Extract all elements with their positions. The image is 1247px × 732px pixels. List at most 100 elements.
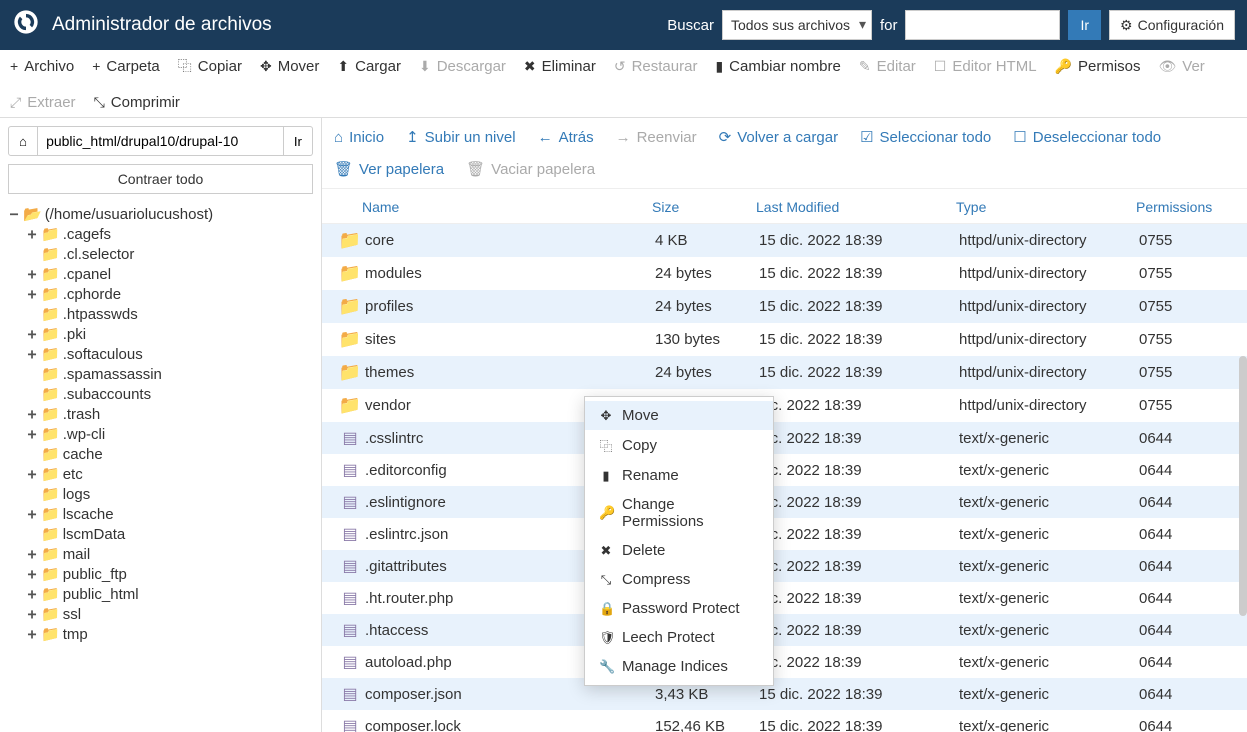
- ctx-leech-protect[interactable]: 🛡Leech Protect: [585, 623, 773, 652]
- config-label: Configuración: [1138, 17, 1224, 33]
- cell-type: text/x-generic: [959, 558, 1139, 575]
- tree-item[interactable]: 📁.cl.selector: [8, 244, 313, 264]
- tree-item[interactable]: +📁ssl: [8, 604, 313, 624]
- tree-item[interactable]: 📁lscmData: [8, 524, 313, 544]
- plus-icon[interactable]: +: [26, 285, 38, 303]
- ctx-rename[interactable]: ▮Rename: [585, 461, 773, 490]
- table-row[interactable]: 📁sites130 bytes15 dic. 2022 18:39httpd/u…: [322, 323, 1247, 356]
- table-row[interactable]: 📁core4 KB15 dic. 2022 18:39httpd/unix-di…: [322, 224, 1247, 257]
- tree-item[interactable]: +📁.cphorde: [8, 284, 313, 304]
- table-row[interactable]: ▤.eslintignore dic. 2022 18:39text/x-gen…: [322, 486, 1247, 518]
- ctx-manage-indices[interactable]: 🔧Manage Indices: [585, 652, 773, 681]
- tree-root[interactable]: − 📂 (/home/usuariolucushost): [8, 204, 313, 224]
- action-subir-un-nivel[interactable]: ↥Subir un nivel: [406, 128, 515, 146]
- folder-icon: 📁: [41, 525, 60, 543]
- table-row[interactable]: ▤composer.lock152,46 KB15 dic. 2022 18:3…: [322, 710, 1247, 732]
- toolbar-archivo[interactable]: +Archivo: [10, 58, 74, 75]
- ctx-password-protect[interactable]: 🔒Password Protect: [585, 594, 773, 623]
- col-modified[interactable]: Last Modified: [756, 199, 956, 215]
- search-input[interactable]: [905, 10, 1060, 40]
- tree-item[interactable]: 📁.subaccounts: [8, 384, 313, 404]
- plus-icon[interactable]: +: [26, 605, 38, 623]
- table-row[interactable]: ▤composer.json3,43 KB15 dic. 2022 18:39t…: [322, 678, 1247, 710]
- table-row[interactable]: 📁profiles24 bytes15 dic. 2022 18:39httpd…: [322, 290, 1247, 323]
- plus-icon[interactable]: +: [26, 225, 38, 243]
- table-row[interactable]: ▤.htaccess dic. 2022 18:39text/x-generic…: [322, 614, 1247, 646]
- toolbar-carpeta[interactable]: +Carpeta: [92, 58, 160, 75]
- tree-label: etc: [63, 466, 83, 483]
- plus-icon[interactable]: +: [26, 625, 38, 643]
- action-volver-a-cargar[interactable]: ⟳Volver a cargar: [719, 128, 838, 146]
- tree-item[interactable]: +📁.cpanel: [8, 264, 313, 284]
- plus-icon[interactable]: +: [26, 405, 38, 423]
- tree-item[interactable]: +📁lscache: [8, 504, 313, 524]
- collapse-all-button[interactable]: Contraer todo: [8, 164, 313, 194]
- minus-icon[interactable]: −: [8, 205, 20, 223]
- ctx-copy[interactable]: ⿻Copy: [585, 430, 773, 461]
- toolbar-copiar[interactable]: ⿻Copiar: [178, 56, 242, 76]
- toolbar-cargar[interactable]: ⬆Cargar: [337, 58, 401, 75]
- action-deseleccionar-todo[interactable]: ☐Deseleccionar todo: [1013, 128, 1161, 146]
- tree-item[interactable]: 📁.htpasswds: [8, 304, 313, 324]
- scrollbar[interactable]: [1239, 356, 1247, 616]
- ctx-delete[interactable]: ✖Delete: [585, 536, 773, 565]
- col-size[interactable]: Size: [652, 199, 756, 215]
- tree-item[interactable]: +📁.wp-cli: [8, 424, 313, 444]
- tree-item[interactable]: +📁mail: [8, 544, 313, 564]
- tree-item[interactable]: 📁cache: [8, 444, 313, 464]
- ctx-icon: 🔒: [599, 601, 613, 617]
- search-go-button[interactable]: Ir: [1068, 10, 1101, 40]
- table-row[interactable]: 📁modules24 bytes15 dic. 2022 18:39httpd/…: [322, 257, 1247, 290]
- home-button[interactable]: ⌂: [8, 126, 38, 156]
- table-row[interactable]: 📁themes24 bytes15 dic. 2022 18:39httpd/u…: [322, 356, 1247, 389]
- toolbar-mover[interactable]: ✥Mover: [260, 58, 319, 75]
- tree-item[interactable]: +📁.cagefs: [8, 224, 313, 244]
- col-permissions[interactable]: Permissions: [1136, 199, 1235, 215]
- plus-icon[interactable]: +: [26, 505, 38, 523]
- table-row[interactable]: ▤autoload.php dic. 2022 18:39text/x-gene…: [322, 646, 1247, 678]
- col-name[interactable]: Name: [362, 199, 652, 215]
- config-button[interactable]: ⚙ Configuración: [1109, 10, 1235, 40]
- tree-item[interactable]: +📁public_html: [8, 584, 313, 604]
- plus-icon[interactable]: +: [26, 465, 38, 483]
- action-label: Subir un nivel: [425, 129, 516, 146]
- tree-item[interactable]: +📁.trash: [8, 404, 313, 424]
- col-type[interactable]: Type: [956, 199, 1136, 215]
- plus-icon[interactable]: +: [26, 425, 38, 443]
- toolbar-eliminar[interactable]: ✖Eliminar: [524, 58, 596, 75]
- plus-icon[interactable]: +: [26, 265, 38, 283]
- plus-icon[interactable]: +: [26, 345, 38, 363]
- search-scope-select[interactable]: Todos sus archivos: [722, 10, 872, 40]
- action-seleccionar-todo[interactable]: ☑Seleccionar todo: [860, 128, 991, 146]
- plus-icon[interactable]: +: [26, 545, 38, 563]
- path-input[interactable]: [38, 126, 284, 156]
- table-row[interactable]: ▤.editorconfig dic. 2022 18:39text/x-gen…: [322, 454, 1247, 486]
- tree-item[interactable]: 📁logs: [8, 484, 313, 504]
- plus-icon[interactable]: +: [26, 585, 38, 603]
- tree-item[interactable]: +📁.softaculous: [8, 344, 313, 364]
- tree-item[interactable]: 📁.spamassassin: [8, 364, 313, 384]
- plus-icon[interactable]: +: [26, 325, 38, 343]
- toolbar-cambiar-nombre[interactable]: ▮Cambiar nombre: [715, 58, 840, 75]
- document-icon: ▤: [342, 558, 357, 575]
- table-row[interactable]: 📁vendor dic. 2022 18:39httpd/unix-direct…: [322, 389, 1247, 422]
- action-inicio[interactable]: ⌂Inicio: [334, 128, 384, 146]
- action-atrás[interactable]: ←Atrás: [538, 128, 594, 146]
- table-row[interactable]: ▤.gitattributes dic. 2022 18:39text/x-ge…: [322, 550, 1247, 582]
- action-ver-papelera[interactable]: 🗑Ver papelera: [334, 160, 444, 178]
- table-row[interactable]: ▤.csslintrc dic. 2022 18:39text/x-generi…: [322, 422, 1247, 454]
- ctx-compress[interactable]: ⤡Compress: [585, 565, 773, 594]
- tree-item[interactable]: +📁.pki: [8, 324, 313, 344]
- toolbar-permisos[interactable]: 🔑Permisos: [1055, 58, 1141, 75]
- toolbar-comprimir[interactable]: ⤡Comprimir: [94, 94, 180, 111]
- ctx-change-permissions[interactable]: 🔑Change Permissions: [585, 490, 773, 536]
- table-row[interactable]: ▤.eslintrc.json dic. 2022 18:39text/x-ge…: [322, 518, 1247, 550]
- tree-item[interactable]: +📁tmp: [8, 624, 313, 644]
- tree-item[interactable]: +📁public_ftp: [8, 564, 313, 584]
- tree-item[interactable]: +📁etc: [8, 464, 313, 484]
- table-row[interactable]: ▤.ht.router.php dic. 2022 18:39text/x-ge…: [322, 582, 1247, 614]
- action-vaciar-papelera: 🗑Vaciar papelera: [466, 160, 595, 178]
- plus-icon[interactable]: +: [26, 565, 38, 583]
- ctx-move[interactable]: ✥Move: [585, 401, 773, 430]
- path-go-button[interactable]: Ir: [284, 126, 313, 156]
